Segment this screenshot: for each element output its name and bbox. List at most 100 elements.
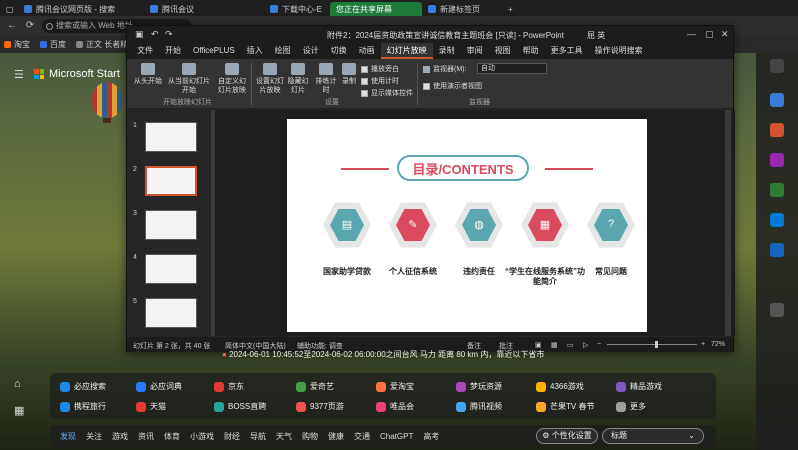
tab-discover[interactable]: 发现: [60, 431, 76, 442]
user-name[interactable]: 屈 英: [587, 30, 605, 41]
redo-icon[interactable]: ↷: [165, 29, 173, 40]
shopping-icon[interactable]: [770, 123, 784, 137]
apps-icon[interactable]: ▦: [14, 404, 28, 418]
slide-thumbnail[interactable]: [145, 122, 197, 152]
quick-link[interactable]: 必应搜索: [60, 381, 106, 392]
browser-tab-sharing[interactable]: 您正在共享屏幕: [330, 2, 422, 16]
zoom-in-icon[interactable]: +: [701, 341, 705, 348]
refresh-icon[interactable]: ⟳: [24, 20, 36, 32]
tab-view[interactable]: 视图: [489, 43, 517, 59]
new-tab-button[interactable]: +: [502, 2, 518, 16]
from-start-button[interactable]: 从头开始: [133, 63, 163, 86]
quick-link[interactable]: 爱奇艺: [296, 381, 334, 392]
quick-link[interactable]: 天猫: [136, 401, 166, 412]
maximize-icon[interactable]: ▢: [705, 29, 714, 40]
tab-record[interactable]: 录制: [433, 43, 461, 59]
slide-thumbnail[interactable]: [145, 254, 197, 284]
tab-help[interactable]: 帮助: [517, 43, 545, 59]
setup-show-button[interactable]: 设置幻灯片放映: [255, 63, 285, 95]
quick-link[interactable]: BOSS直聘: [214, 401, 266, 412]
tab-officeplus[interactable]: OfficePLUS: [187, 43, 241, 59]
tell-me-search[interactable]: 操作说明搜索: [589, 43, 649, 59]
custom-show-button[interactable]: 自定义幻灯片放映: [215, 63, 249, 95]
slideshow-view-icon[interactable]: ▷: [583, 341, 588, 349]
ms-start-brand[interactable]: Microsoft Start: [34, 68, 120, 80]
quick-link[interactable]: 芒果TV 春节: [536, 401, 594, 412]
tab-follow[interactable]: 关注: [86, 431, 102, 442]
quick-link[interactable]: 唯品会: [376, 401, 414, 412]
tab-draw[interactable]: 绘图: [269, 43, 297, 59]
tab-sports[interactable]: 体育: [164, 431, 180, 442]
search-icon[interactable]: [770, 93, 784, 107]
from-current-button[interactable]: 从当前幻灯片开始: [167, 63, 211, 95]
add-icon[interactable]: [770, 303, 784, 317]
quick-link[interactable]: 腾讯视频: [456, 401, 502, 412]
menu-icon[interactable]: ☰: [14, 68, 28, 82]
tab-file[interactable]: 文件: [131, 43, 159, 59]
quick-link[interactable]: 精品游戏: [616, 381, 662, 392]
reading-view-icon[interactable]: ▭: [567, 341, 574, 349]
close-icon[interactable]: ✕: [721, 29, 729, 40]
back-icon[interactable]: ←: [6, 20, 18, 32]
slide-thumbnail-selected[interactable]: [145, 166, 197, 196]
browser-tab[interactable]: 腾讯会议: [144, 2, 264, 16]
tab-weather[interactable]: 天气: [276, 431, 292, 442]
tab-design[interactable]: 设计: [297, 43, 325, 59]
hide-slide-button[interactable]: 隐藏幻灯片: [285, 63, 311, 95]
tab-health[interactable]: 健康: [328, 431, 344, 442]
quick-link[interactable]: 必应词典: [136, 381, 182, 392]
narration-checkbox[interactable]: 播放旁白: [361, 64, 399, 74]
quake-alert[interactable]: ● 2024-06-01 10:45:52至2024-06-02 06:00:0…: [222, 349, 544, 360]
tab-games[interactable]: 游戏: [112, 431, 128, 442]
tab-review[interactable]: 审阅: [461, 43, 489, 59]
timing-checkbox[interactable]: 使用计时: [361, 76, 399, 86]
tab-insert[interactable]: 插入: [241, 43, 269, 59]
tab-minigames[interactable]: 小游戏: [190, 431, 214, 442]
personalize-button[interactable]: ⚙ 个性化设置: [536, 428, 598, 444]
tab-chatgpt[interactable]: ChatGPT: [380, 432, 413, 441]
games-icon[interactable]: [770, 183, 784, 197]
tab-slideshow[interactable]: 幻灯片放映: [380, 43, 433, 59]
tab-animations[interactable]: 动画: [353, 43, 381, 59]
slide-thumbnail[interactable]: [145, 298, 197, 328]
browser-menu-icon[interactable]: ▢: [0, 2, 18, 16]
tab-gaokao[interactable]: 高考: [423, 431, 439, 442]
minimize-icon[interactable]: —: [687, 29, 696, 39]
zoom-slider-thumb[interactable]: [655, 341, 658, 348]
favorite-item[interactable]: 淘宝: [4, 39, 30, 50]
quick-link[interactable]: 4366游戏: [536, 381, 584, 392]
undo-icon[interactable]: ↶: [151, 29, 159, 40]
tab-transitions[interactable]: 切换: [325, 43, 353, 59]
slide-thumbnail[interactable]: [145, 210, 197, 240]
quick-link[interactable]: 梦玩资源: [456, 381, 502, 392]
favorite-item[interactable]: 百度: [40, 39, 66, 50]
rehearse-button[interactable]: 排练计时: [313, 63, 339, 95]
tools-icon[interactable]: [770, 153, 784, 167]
monitor-select[interactable]: 自动: [477, 63, 547, 74]
quick-link[interactable]: 京东: [214, 381, 244, 392]
zoom-out-icon[interactable]: −: [597, 341, 601, 348]
quick-link[interactable]: 携程旅行: [60, 401, 106, 412]
tab-shopping[interactable]: 购物: [302, 431, 318, 442]
autosave-icon[interactable]: ▣: [135, 29, 144, 40]
tab-home[interactable]: 开始: [159, 43, 187, 59]
quick-link[interactable]: 9377页游: [296, 401, 344, 412]
sorter-view-icon[interactable]: ▦: [551, 341, 558, 349]
editor-scrollbar[interactable]: [725, 110, 731, 336]
home-icon[interactable]: ⌂: [14, 378, 28, 392]
browser-tab[interactable]: 新建标签页: [422, 2, 502, 16]
normal-view-icon[interactable]: ▣: [535, 341, 542, 349]
layout-select[interactable]: 标题 ⌄: [602, 428, 704, 444]
tab-more-tools[interactable]: 更多工具: [545, 43, 589, 59]
office-icon[interactable]: [770, 213, 784, 227]
browser-tab[interactable]: 下载中心-E: [264, 2, 330, 16]
tab-news[interactable]: 资讯: [138, 431, 154, 442]
slide-canvas[interactable]: 目录/CONTENTS ▤ ✎ ◍ ▦ ? 国家助学贷款 个人征信系统 违约责任…: [287, 119, 647, 332]
browser-tab[interactable]: 腾讯会议网页版 - 搜索: [18, 2, 144, 16]
settings-icon[interactable]: [770, 59, 784, 73]
presenter-view-checkbox[interactable]: 使用演示者视图: [423, 81, 482, 91]
tab-navigation[interactable]: 导航: [250, 431, 266, 442]
zoom-level[interactable]: 72%: [711, 341, 725, 348]
quick-link[interactable]: 爱淘宝: [376, 381, 414, 392]
record-button[interactable]: 录制: [339, 63, 359, 86]
